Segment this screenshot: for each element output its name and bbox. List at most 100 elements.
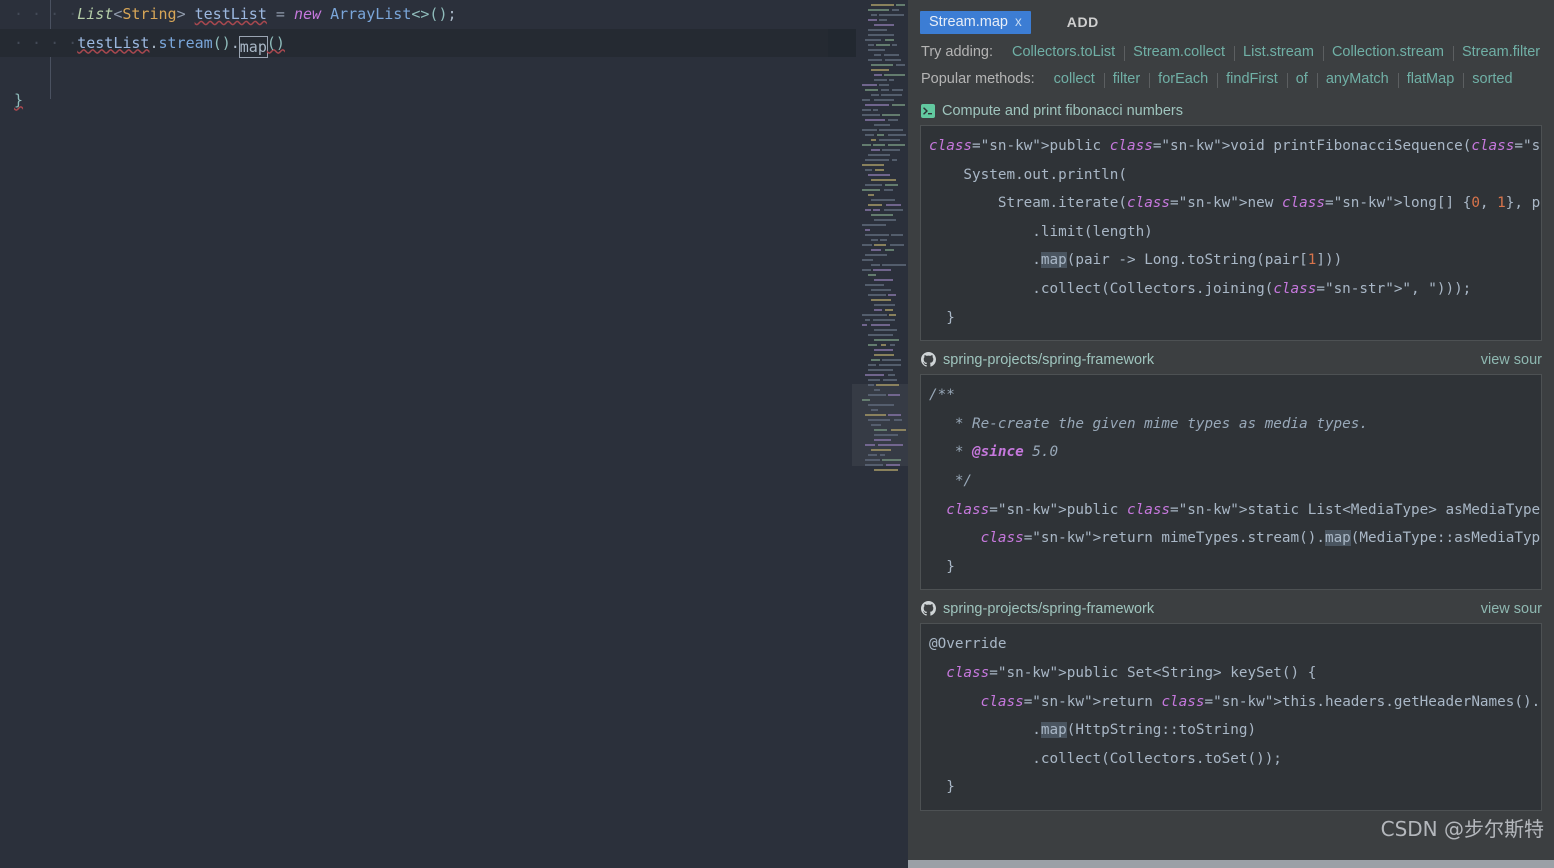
try-adding-chip-collectors-tolist[interactable]: Collectors.toList	[1003, 44, 1124, 60]
code-suggestion-panel[interactable]: Stream.map x ADD Try adding: Collectors.…	[908, 0, 1554, 868]
snippet-line: .map(pair -> Long.toString(pair[1]))	[921, 246, 1541, 275]
minimap-line-mark	[874, 304, 895, 306]
code-line-4[interactable]: }	[0, 86, 828, 115]
panel-horizontal-scrollbar[interactable]	[908, 860, 1554, 868]
minimap-line-mark	[894, 419, 902, 421]
try-adding-chip-stream-collect[interactable]: Stream.collect	[1124, 44, 1234, 60]
minimap-line-mark	[862, 244, 872, 246]
minimap-line-mark	[885, 59, 901, 61]
minimap-line-mark	[874, 24, 894, 26]
minimap-line-mark	[862, 144, 871, 146]
indent-dots-2: · · · ·	[14, 34, 77, 52]
popular-method-chip-sorted[interactable]: sorted	[1463, 71, 1521, 87]
minimap-line-mark	[865, 319, 870, 321]
minimap-line-mark	[874, 329, 897, 331]
token-var-testList-2: testList	[77, 34, 149, 52]
snippet-line: @Override	[921, 630, 1541, 659]
snippet-line: }	[921, 773, 1541, 802]
minimap-line-mark	[868, 9, 889, 11]
minimap-line-mark	[874, 309, 882, 311]
minimap-line-mark	[868, 394, 886, 396]
minimap-line-mark	[882, 359, 901, 361]
token-parens-map: ()	[267, 34, 285, 52]
view-source-link[interactable]: view sour	[1481, 352, 1542, 368]
section-spring-keyset: spring-projects/spring-framework view sou…	[908, 596, 1554, 811]
minimap-line-mark	[865, 159, 889, 161]
code-snippet[interactable]: /** * Re-create the given mime types as …	[920, 374, 1542, 590]
caret-selection-box[interactable]: map	[239, 36, 268, 58]
minimap-line-mark	[868, 274, 876, 276]
minimap-line-mark	[884, 74, 905, 76]
minimap-line-mark	[874, 219, 896, 221]
minimap-line-mark	[879, 364, 901, 366]
minimap-line-mark	[862, 224, 886, 226]
token-diamond: <>()	[411, 5, 447, 23]
token-var-testList: testList	[195, 5, 267, 23]
popular-method-chip-of[interactable]: of	[1287, 71, 1317, 87]
popular-method-chip-anymatch[interactable]: anyMatch	[1317, 71, 1398, 87]
minimap-line-mark	[889, 79, 894, 81]
popular-method-chip-collect[interactable]: collect	[1045, 71, 1104, 87]
minimap-line-mark	[873, 144, 885, 146]
editor-minimap[interactable]	[828, 0, 908, 868]
try-adding-chip-collection-stream[interactable]: Collection.stream	[1323, 44, 1453, 60]
code-editor[interactable]: · · · ·List<String> testList = new Array…	[0, 0, 828, 868]
token-space2	[321, 5, 330, 23]
token-closing-brace: }	[14, 91, 23, 109]
snippet-line: class="sn-kw">public class="sn-kw">stati…	[921, 496, 1541, 525]
snippet-line: .limit(length)	[921, 218, 1541, 247]
minimap-line-mark	[865, 119, 885, 121]
minimap-line-mark	[862, 259, 873, 261]
popular-method-chip-filter[interactable]: filter	[1104, 71, 1149, 87]
close-icon[interactable]: x	[1015, 14, 1022, 29]
minimap-line-mark	[873, 109, 878, 111]
minimap-dim-block	[828, 29, 856, 57]
minimap-line-mark	[865, 414, 886, 416]
snippet-line: }	[921, 304, 1541, 333]
minimap-line-mark	[862, 189, 880, 191]
minimap-line-mark	[889, 314, 896, 316]
minimap-line-mark	[871, 149, 880, 151]
snippet-title: spring-projects/spring-framework	[943, 601, 1154, 617]
add-button[interactable]: ADD	[1067, 14, 1099, 30]
minimap-line-mark	[891, 234, 903, 236]
snippet-line: class="sn-kw">return mimeTypes.stream().…	[921, 524, 1541, 553]
minimap-line-mark	[862, 109, 871, 111]
minimap-line-mark	[885, 309, 893, 311]
token-call-stream: stream	[159, 34, 213, 52]
minimap-line-mark	[868, 404, 894, 406]
minimap-line-mark	[879, 14, 904, 16]
code-line-3[interactable]	[0, 57, 828, 86]
popular-method-chip-foreach[interactable]: forEach	[1149, 71, 1217, 87]
code-snippet[interactable]: @Override class="sn-kw">public Set<Strin…	[920, 623, 1542, 811]
minimap-line-mark	[874, 349, 893, 351]
minimap-line-mark	[892, 159, 897, 161]
minimap-line-mark	[865, 464, 883, 466]
snippet-line: class="sn-kw">return class="sn-kw">this.…	[921, 688, 1541, 717]
minimap-line-mark	[892, 104, 905, 106]
minimap-line-mark	[868, 204, 882, 206]
minimap-line-mark	[874, 434, 898, 436]
query-tag-stream-map[interactable]: Stream.map x	[920, 11, 1031, 34]
minimap-line-mark	[868, 49, 885, 51]
try-adding-chip-list-stream[interactable]: List.stream	[1234, 44, 1323, 60]
minimap-line-mark	[868, 59, 882, 61]
code-line-1[interactable]: · · · ·List<String> testList = new Array…	[0, 0, 828, 29]
token-equals: =	[267, 5, 294, 23]
code-line-2[interactable]: · · · ·testList.stream().map()	[0, 29, 828, 58]
code-snippet[interactable]: class="sn-kw">public class="sn-kw">void …	[920, 125, 1542, 341]
minimap-line-mark	[896, 4, 905, 6]
minimap-line-mark	[871, 179, 896, 181]
popular-method-chip-findfirst[interactable]: findFirst	[1217, 71, 1287, 87]
minimap-line-mark	[879, 84, 889, 86]
view-source-link[interactable]: view sour	[1481, 601, 1542, 617]
token-type-String: String	[122, 5, 176, 23]
minimap-line-mark	[892, 9, 899, 11]
minimap-line-mark	[865, 444, 875, 446]
minimap-line-mark	[890, 344, 895, 346]
popular-method-chip-flatmap[interactable]: flatMap	[1398, 71, 1464, 87]
snippet-line: * @since 5.0	[921, 438, 1541, 467]
token-angle-close: >	[177, 5, 186, 23]
minimap-line-mark	[886, 204, 901, 206]
try-adding-chip-stream-filter[interactable]: Stream.filter	[1453, 44, 1549, 60]
